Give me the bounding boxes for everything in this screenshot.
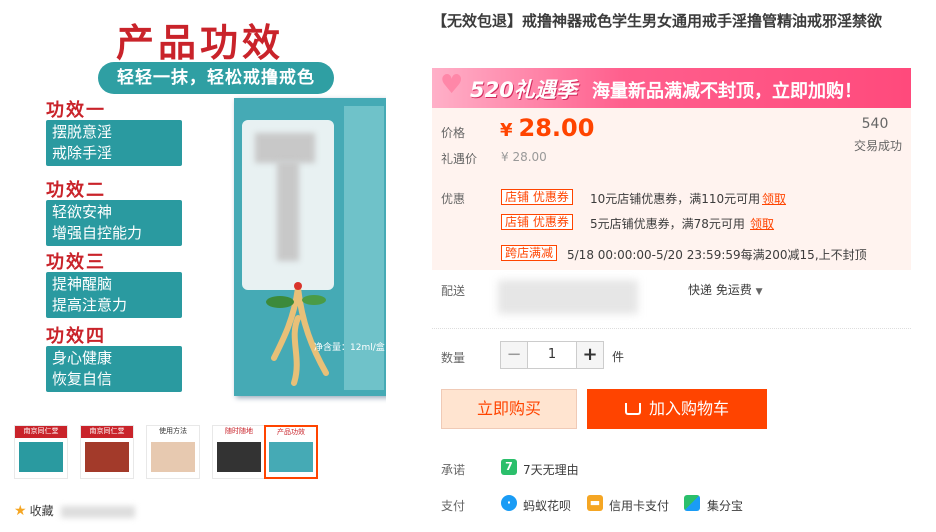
thumbnail-strip: 南京同仁堂 南京同仁堂 使用方法 随时随地 产品功效 [14, 425, 324, 481]
effect-line: 提高注意力 [52, 296, 128, 314]
thumb-art [19, 442, 63, 472]
sold-count: 540 [861, 116, 889, 132]
quantity-unit: 件 [612, 350, 625, 364]
divider [432, 328, 911, 329]
effect-line: 摆脱意淫 [52, 123, 113, 141]
cross-store-text: 5/18 00:00:00-5/20 23:59:59每满200减15,上不封顶 [567, 248, 867, 262]
effect-box-4: 身心健康 恢复自信 [46, 346, 182, 392]
effect-line: 恢复自信 [52, 370, 113, 388]
effect-line: 戒除手淫 [52, 144, 113, 162]
thumbnail-1[interactable]: 南京同仁堂 [14, 425, 68, 479]
thumb-caption: 随时随地 [225, 427, 253, 435]
orig-price: ¥ 28.00 [501, 150, 547, 164]
effect-line: 增强自控能力 [52, 224, 143, 242]
credit-card-icon: ▬ [587, 495, 603, 511]
coupon-text: 10元店铺优惠券，满110元可用 [590, 192, 761, 206]
price-label: 价格 [441, 126, 466, 140]
effect-heading-2: 功效二 [46, 180, 106, 201]
add-to-cart-button[interactable]: 加入购物车 [587, 389, 767, 429]
product-page: 产品功效 轻轻一抹，轻松戒撸戒色 功效一 摆脱意淫 戒除手淫 功效二 轻欲安神 … [0, 0, 936, 532]
promo-banner[interactable]: ♥ 520礼遇季 海量新品满减不封顶，立即加购！ [432, 68, 911, 108]
payment-method[interactable]: 蚂蚁花呗 [523, 497, 571, 514]
caret-down-icon: ▼ [755, 287, 763, 297]
orig-price-label: 礼遇价 [441, 152, 478, 166]
payment-method[interactable]: 信用卡支付 [609, 497, 669, 514]
thumbnail-4[interactable]: 随时随地 [212, 425, 266, 479]
price-number: 28.00 [518, 114, 595, 142]
thumbnail-2[interactable]: 南京同仁堂 [80, 425, 134, 479]
main-product-image[interactable]: 产品功效 轻轻一抹，轻松戒撸戒色 功效一 摆脱意淫 戒除手淫 功效二 轻欲安神 … [14, 8, 386, 410]
image-title: 产品功效 [115, 20, 284, 65]
promise-label: 承诺 [441, 463, 466, 477]
effect-line: 提神醒脑 [52, 275, 113, 293]
thumb-caption: 产品功效 [277, 428, 305, 436]
thumbnail-5[interactable]: 产品功效 [264, 425, 318, 479]
ginseng-illustration [266, 282, 329, 386]
sold-label: 交易成功 [853, 139, 902, 153]
thumb-art [151, 442, 195, 472]
shipping-selector[interactable]: 快递 免运费 ▼ [688, 281, 763, 298]
thumb-caption: 南京同仁堂 [15, 426, 67, 438]
buy-now-button[interactable]: 立即购买 [441, 389, 577, 429]
effect-box-1: 摆脱意淫 戒除手淫 [46, 120, 182, 166]
blurred-logo [255, 133, 315, 163]
star-icon: ★ [14, 503, 27, 519]
promise-text[interactable]: 7天无理由 [523, 461, 579, 478]
quantity-stepper: − 1 + [500, 341, 604, 369]
payment-label: 支付 [441, 499, 466, 513]
product-title: 【无效包退】戒撸神器戒色学生男女通用戒手淫撸管精油戒邪淫禁欲 [432, 12, 883, 30]
effect-line: 身心健康 [52, 349, 113, 367]
claim-coupon-link[interactable]: 领取 [750, 215, 774, 232]
cross-store-tag: 跨店满减 [501, 245, 558, 261]
thumb-caption: 使用方法 [159, 427, 187, 435]
cart-icon [624, 403, 641, 415]
coupon-tag: 店铺 优惠券 [501, 214, 573, 230]
currency-symbol: ¥ [500, 120, 513, 141]
effect-heading-3: 功效三 [46, 252, 106, 273]
thumb-caption: 南京同仁堂 [81, 426, 133, 438]
blurred-logo [277, 161, 299, 261]
claim-coupon-link[interactable]: 领取 [762, 190, 786, 207]
effect-box-3: 提神醒脑 提高注意力 [46, 272, 182, 318]
effect-heading-1: 功效一 [46, 100, 106, 121]
coupon-text: 5元店铺优惠券，满78元可用 [590, 217, 745, 231]
price-value: ¥28.00 [500, 114, 594, 142]
thumb-art [217, 442, 261, 472]
seven-day-icon: 7 [501, 459, 517, 475]
thumbnail-3[interactable]: 使用方法 [146, 425, 200, 479]
effect-box-2: 轻欲安神 增强自控能力 [46, 200, 182, 246]
add-cart-label: 加入购物车 [648, 399, 729, 418]
heart-icon: ♥ [440, 70, 464, 100]
quantity-label: 数量 [441, 351, 466, 365]
qty-input[interactable]: 1 [528, 341, 576, 369]
banner-text: 海量新品满减不封顶，立即加购！ [592, 81, 862, 102]
blurred-count [61, 505, 136, 518]
qty-minus-button[interactable]: − [500, 341, 528, 369]
thumb-art [269, 442, 313, 472]
collect-label: 收藏 [29, 504, 54, 518]
shipping-label: 配送 [441, 284, 466, 298]
effect-heading-4: 功效四 [46, 326, 106, 347]
thumb-art [85, 442, 129, 472]
collect-button[interactable]: ★ 收藏 [14, 502, 136, 519]
payment-method[interactable]: 集分宝 [707, 497, 743, 514]
product-box-window [242, 120, 334, 290]
shipping-type: 快递 免运费 [688, 283, 752, 297]
box-volume-text: 净含量：12ml/盒 [314, 343, 385, 353]
image-slogan: 轻轻一抹，轻松戒撸戒色 [98, 62, 334, 94]
blurred-location [498, 280, 638, 314]
promo-label: 优惠 [441, 192, 466, 206]
coupon-tag: 店铺 优惠券 [501, 189, 573, 205]
qty-plus-button[interactable]: + [576, 341, 604, 369]
jifenbao-icon [684, 495, 700, 511]
banner-event: 520礼遇季 [470, 78, 577, 102]
effect-line: 轻欲安神 [52, 203, 113, 221]
huabei-icon: · [501, 495, 517, 511]
